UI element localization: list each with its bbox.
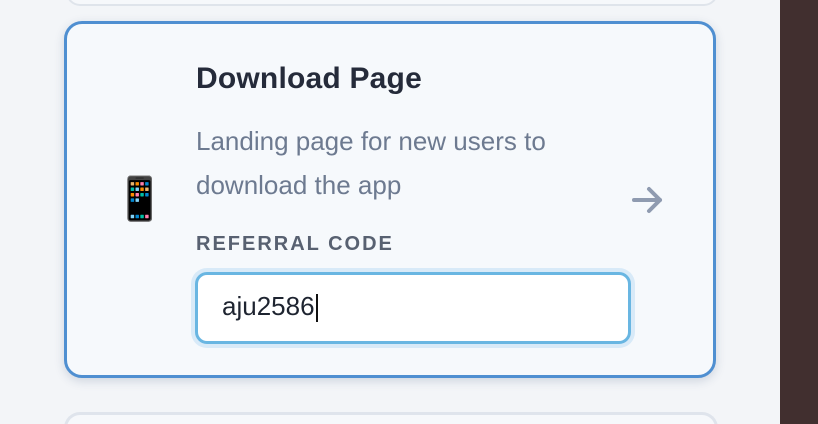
previous-card-edge[interactable] <box>66 0 718 6</box>
mobile-phone-icon: 📱 <box>113 175 167 222</box>
text-caret <box>315 294 318 323</box>
referral-code-label: REFERRAL CODE <box>196 233 394 255</box>
right-panel <box>780 0 818 424</box>
card-description: Landing page for new users to download t… <box>196 126 546 200</box>
referral-code-input[interactable]: aju2586 <box>195 272 631 344</box>
referral-code-text[interactable]: aju2586 <box>222 291 315 321</box>
next-card-edge[interactable] <box>64 412 718 424</box>
card-title: Download Page <box>196 62 422 95</box>
arrow-right-icon[interactable] <box>630 184 666 216</box>
referral-code-value[interactable]: aju2586 <box>222 289 318 323</box>
viewport: 📱 Download Page Landing page for new use… <box>0 0 818 424</box>
